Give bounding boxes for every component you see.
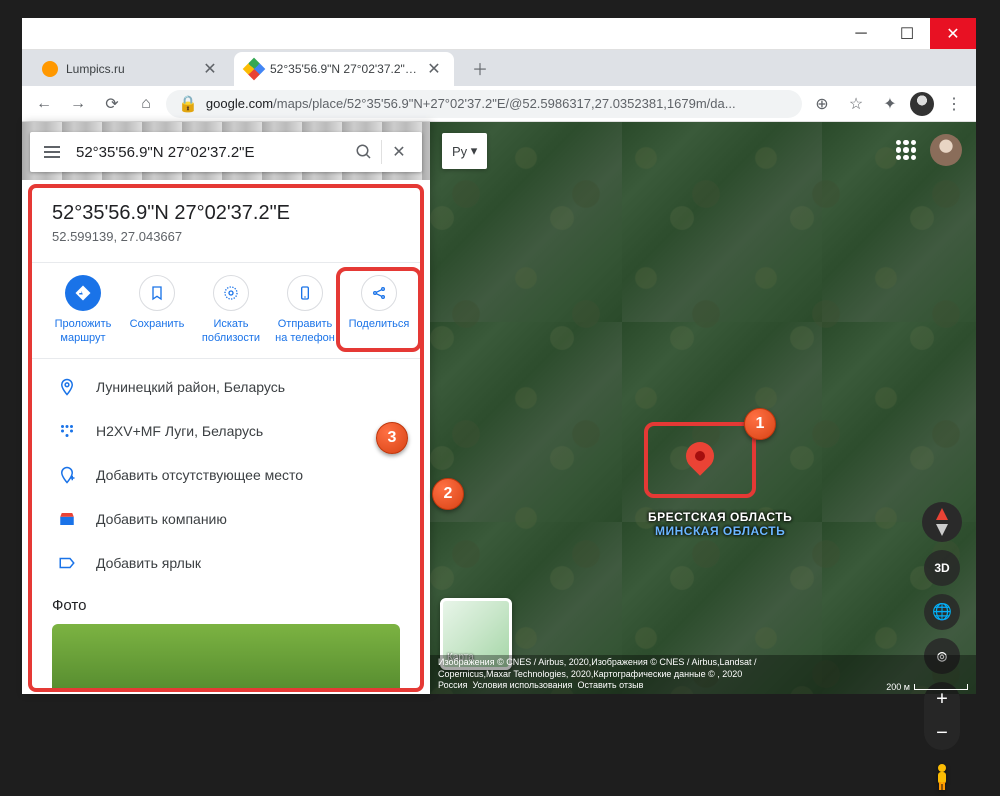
panel-hero-image: ✕	[22, 122, 430, 180]
tab-title: 52°35'56.9"N 27°02'37.2"E – Goo...	[270, 62, 422, 76]
profile-avatar[interactable]	[910, 92, 934, 116]
extensions-icon[interactable]: ✦	[876, 90, 904, 118]
region-label-1: БРЕСТСКАЯ ОБЛАСТЬ	[648, 510, 792, 524]
attribution-bar: Изображения © CNES / Airbus, 2020,Изобра…	[430, 655, 976, 694]
map-marker[interactable]	[686, 442, 714, 470]
region-labels: БРЕСТСКАЯ ОБЛАСТЬ МИНСКАЯ ОБЛАСТЬ	[648, 510, 792, 538]
info-text: Добавить компанию	[96, 511, 227, 527]
phone-icon	[287, 275, 323, 311]
language-chip[interactable]: Ру ▾	[442, 133, 487, 169]
region-label-2: МИНСКАЯ ОБЛАСТЬ	[648, 524, 792, 538]
pegman-button[interactable]	[927, 758, 957, 796]
annotation-callout-1: 1	[744, 408, 776, 440]
browser-window: ─ ☐ ✕ Lumpics.ru ✕ 52°35'56.9"N 27°02'37…	[22, 18, 976, 694]
action-label: Отправить на телефон	[275, 317, 335, 346]
favicon-icon	[42, 61, 58, 77]
bookmark-icon	[139, 275, 175, 311]
pin-icon	[56, 378, 78, 396]
minimize-button[interactable]: ─	[838, 18, 884, 49]
directions-button[interactable]: Проложить маршрут	[46, 275, 120, 346]
browser-menu-button[interactable]: ⋮	[940, 90, 968, 118]
tab-title: Lumpics.ru	[66, 62, 198, 76]
nearby-button[interactable]: Искать поблизости	[194, 275, 268, 346]
panel-body: 52°35'56.9"N 27°02'37.2"E 52.599139, 27.…	[28, 184, 424, 692]
compass-button[interactable]	[922, 502, 962, 542]
map-header-strip: Ру ▾	[432, 122, 487, 180]
send-to-phone-button[interactable]: Отправить на телефон	[268, 275, 342, 346]
annotation-callout-3: 3	[376, 422, 408, 454]
google-apps-icon[interactable]	[896, 140, 916, 160]
share-icon	[361, 275, 397, 311]
browser-tabs: Lumpics.ru ✕ 52°35'56.9"N 27°02'37.2"E –…	[22, 50, 976, 86]
search-icon[interactable]	[347, 135, 381, 169]
scale-indicator: 200 м	[886, 657, 968, 692]
info-text: H2XV+MF Луги, Беларусь	[96, 423, 263, 439]
photo-thumbnail[interactable]	[52, 624, 400, 692]
globe-button[interactable]: 🌐	[924, 594, 960, 630]
favicon-icon	[243, 58, 266, 81]
clear-search-icon[interactable]: ✕	[382, 135, 416, 169]
place-panel: ✕ 52°35'56.9"N 27°02'37.2"E 52.599139, 2…	[22, 122, 430, 694]
window-controls: ─ ☐ ✕	[838, 18, 976, 49]
extension-icons: ⊕ ☆ ✦ ⋮	[808, 90, 968, 118]
add-missing-place-item[interactable]: Добавить отсутствующее место	[52, 453, 400, 497]
district-item[interactable]: Лунинецкий район, Беларусь	[52, 365, 400, 409]
home-button[interactable]: ⌂	[132, 90, 160, 118]
pluscode-item[interactable]: H2XV+MF Луги, Беларусь	[52, 409, 400, 453]
map-controls: 3D 🌐 ◎ + −	[922, 502, 962, 796]
photo-title: Фото	[52, 597, 400, 614]
info-list: Лунинецкий район, Беларусь H2XV+MF Луги,…	[52, 365, 400, 585]
tab-close-icon[interactable]: ✕	[202, 61, 218, 77]
maximize-button[interactable]: ☐	[884, 18, 930, 49]
action-label: Поделиться	[349, 317, 410, 331]
action-label: Сохранить	[130, 317, 185, 331]
add-place-icon	[56, 466, 78, 484]
add-label-item[interactable]: Добавить ярлык	[52, 541, 400, 585]
label-icon	[56, 554, 78, 572]
search-input[interactable]	[68, 144, 347, 161]
nearby-icon	[213, 275, 249, 311]
search-box: ✕	[30, 132, 422, 172]
3d-button[interactable]: 3D	[924, 550, 960, 586]
address-bar: ← → ⟳ ⌂ 🔒 google.com/maps/place/52°35'56…	[22, 86, 976, 122]
back-button[interactable]: ←	[30, 90, 58, 118]
hamburger-menu-button[interactable]	[36, 136, 68, 168]
tab-gmaps[interactable]: 52°35'56.9"N 27°02'37.2"E – Goo... ✕	[234, 52, 454, 86]
info-text: Добавить ярлык	[96, 555, 201, 571]
page-content: Ру ▾ ✕ 52°35'56.9"N 27°02'37.2"E	[22, 122, 976, 694]
attribution-text: Изображения © CNES / Airbus, 2020,Изобра…	[438, 657, 866, 692]
directions-icon	[65, 275, 101, 311]
close-button[interactable]: ✕	[930, 18, 976, 49]
annotation-callout-2: 2	[432, 478, 464, 510]
url-box[interactable]: 🔒 google.com/maps/place/52°35'56.9"N+27°…	[166, 90, 802, 118]
actions-row: Проложить маршрут Сохранить Искать побли…	[32, 262, 420, 359]
zoom-indicator-icon[interactable]: ⊕	[808, 90, 836, 118]
url-text: google.com/maps/place/52°35'56.9"N+27°02…	[206, 96, 736, 111]
map-top-right	[896, 134, 962, 166]
info-text: Добавить отсутствующее место	[96, 467, 303, 483]
window-titlebar: ─ ☐ ✕	[22, 18, 976, 50]
info-text: Лунинецкий район, Беларусь	[96, 379, 285, 395]
account-avatar[interactable]	[930, 134, 962, 166]
add-business-item[interactable]: Добавить компанию	[52, 497, 400, 541]
zoom-out-button[interactable]: −	[924, 716, 960, 750]
photo-section: Фото	[52, 597, 400, 692]
save-button[interactable]: Сохранить	[120, 275, 194, 346]
reload-button[interactable]: ⟳	[98, 90, 126, 118]
bookmark-star-icon[interactable]: ☆	[842, 90, 870, 118]
action-label: Проложить маршрут	[55, 317, 112, 346]
action-label: Искать поблизости	[202, 317, 260, 346]
tab-lumpics[interactable]: Lumpics.ru ✕	[30, 52, 230, 86]
business-icon	[56, 510, 78, 528]
forward-button[interactable]: →	[64, 90, 92, 118]
tab-close-icon[interactable]: ✕	[426, 61, 442, 77]
lock-icon: 🔒	[178, 94, 198, 114]
place-title: 52°35'56.9"N 27°02'37.2"E	[52, 202, 400, 225]
share-button[interactable]: Поделиться	[342, 275, 416, 346]
pluscode-icon	[56, 422, 78, 440]
new-tab-button[interactable]: ＋	[466, 54, 494, 82]
place-coordinates: 52.599139, 27.043667	[52, 229, 400, 244]
